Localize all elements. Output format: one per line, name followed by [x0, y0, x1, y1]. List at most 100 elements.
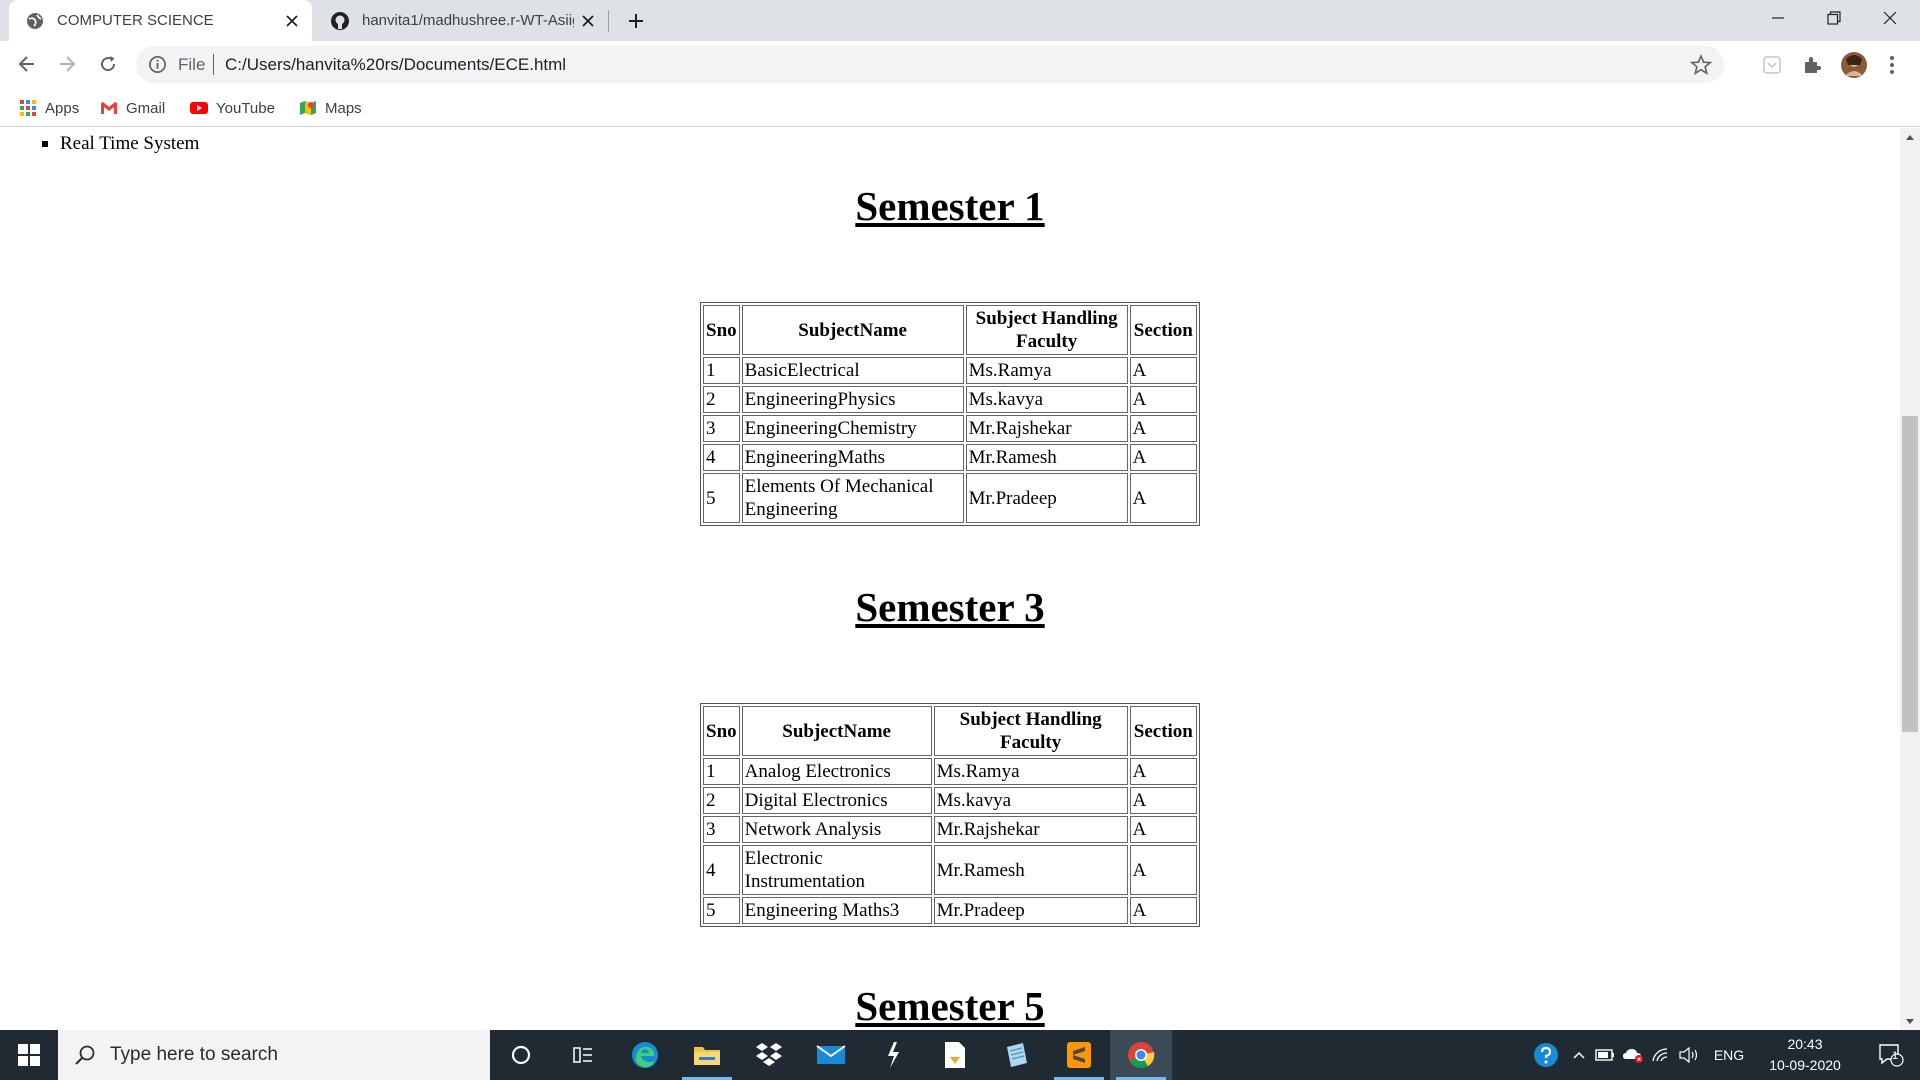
- wifi-icon[interactable]: [1648, 1030, 1674, 1080]
- cell-subject: Electronic Instrumentation: [741, 845, 932, 895]
- extensions-puzzle-icon[interactable]: [1800, 53, 1824, 77]
- cell-sno: 1: [703, 758, 740, 785]
- page-viewport: Real Time System Semester 1 Sno SubjectN…: [0, 128, 1900, 1030]
- visual-studio-icon[interactable]: [862, 1030, 924, 1080]
- cell-subject: Engineering Maths3: [741, 897, 932, 924]
- info-icon[interactable]: [148, 55, 167, 74]
- scrollbar-thumb[interactable]: [1902, 416, 1918, 732]
- table-row: 3 EngineeringChemistry Mr.Rajshekar A: [703, 415, 1197, 442]
- search-placeholder: Type here to search: [110, 1044, 278, 1065]
- help-icon[interactable]: [1530, 1030, 1562, 1080]
- clock-time: 20:43: [1787, 1036, 1823, 1052]
- maps-icon: [299, 99, 317, 117]
- column-header: Section: [1129, 305, 1197, 355]
- semester-5-heading: Semester 5: [855, 983, 1045, 1029]
- table-header-row: Sno SubjectName Subject Handling Faculty…: [703, 706, 1197, 756]
- table-row: 1 Analog Electronics Ms.Ramya A: [703, 758, 1197, 785]
- url-text[interactable]: C:/Users/hanvita%20rs/Documents/ECE.html: [225, 55, 566, 75]
- bookmark-youtube[interactable]: YouTube: [190, 97, 275, 119]
- cell-faculty: Mr.Ramesh: [965, 444, 1128, 471]
- profile-avatar[interactable]: [1840, 51, 1868, 79]
- forward-button[interactable]: [50, 47, 84, 81]
- tab-strip: COMPUTER SCIENCE hanvita1/madhushree.r-W…: [0, 0, 1920, 41]
- table-row: 2 EngineeringPhysics Ms.kavya A: [703, 386, 1197, 413]
- notifications-button[interactable]: 1: [1868, 1030, 1914, 1080]
- cell-section: A: [1129, 897, 1197, 924]
- cortana-icon[interactable]: [490, 1030, 552, 1080]
- input-language[interactable]: ENG: [1706, 1030, 1752, 1080]
- column-header: Sno: [703, 706, 740, 756]
- chrome-icon[interactable]: [1110, 1030, 1172, 1080]
- tab-github[interactable]: hanvita1/madhushree.r-WT-Asiig: [314, 0, 608, 41]
- cell-faculty: Mr.Rajshekar: [965, 415, 1128, 442]
- dropbox-icon[interactable]: [738, 1030, 800, 1080]
- taskbar-clock[interactable]: 20:43 10-09-2020: [1760, 1034, 1850, 1076]
- cell-sno: 2: [703, 787, 740, 814]
- back-button[interactable]: [10, 47, 44, 81]
- extension-pocket-icon[interactable]: [1760, 53, 1784, 77]
- taskbar-search-box[interactable]: Type here to search: [58, 1030, 490, 1080]
- cell-subject: EngineeringPhysics: [741, 386, 964, 413]
- bookmark-label: Gmail: [126, 99, 166, 117]
- close-tab-icon[interactable]: [278, 7, 306, 35]
- scroll-down-arrow-icon[interactable]: [1900, 1013, 1920, 1030]
- table-row: 2 Digital Electronics Ms.kavya A: [703, 787, 1197, 814]
- battery-icon[interactable]: [1592, 1030, 1618, 1080]
- sublime-text-icon[interactable]: [1048, 1030, 1110, 1080]
- file-icon[interactable]: [924, 1030, 986, 1080]
- edge-icon[interactable]: [614, 1030, 676, 1080]
- plus-icon: [629, 14, 643, 28]
- tab-separator: [608, 10, 609, 32]
- cell-section: A: [1129, 473, 1197, 523]
- restore-button[interactable]: [1806, 0, 1862, 36]
- start-button[interactable]: [0, 1030, 58, 1080]
- cell-sno: 5: [703, 473, 740, 523]
- page-scrollbar[interactable]: [1900, 128, 1920, 1030]
- cell-faculty: Mr.Rajshekar: [933, 816, 1128, 843]
- table-header-row: Sno SubjectName Subject Handling Faculty…: [703, 305, 1197, 355]
- cell-sno: 3: [703, 415, 740, 442]
- cell-section: A: [1129, 787, 1197, 814]
- reload-button[interactable]: [91, 47, 125, 81]
- cell-faculty: Ms.Ramya: [933, 758, 1128, 785]
- list-item-text: Real Time System: [60, 133, 200, 154]
- cell-subject: Network Analysis: [741, 816, 932, 843]
- notification-count: 1: [1892, 1050, 1899, 1062]
- cell-faculty: Ms.kavya: [965, 386, 1128, 413]
- cell-section: A: [1129, 444, 1197, 471]
- bookmark-apps[interactable]: Apps: [19, 97, 79, 119]
- new-tab-button[interactable]: [620, 6, 652, 36]
- restore-icon: [1827, 11, 1841, 25]
- mail-icon[interactable]: [800, 1030, 862, 1080]
- column-header: SubjectName: [741, 706, 932, 756]
- close-window-button[interactable]: [1862, 0, 1918, 36]
- file-explorer-icon[interactable]: [676, 1030, 738, 1080]
- table-row: 5 Engineering Maths3 Mr.Pradeep A: [703, 897, 1197, 924]
- show-hidden-icons-icon[interactable]: [1568, 1030, 1590, 1080]
- address-bar[interactable]: File C:/Users/hanvita%20rs/Documents/ECE…: [136, 46, 1724, 83]
- cell-faculty: Ms.kavya: [933, 787, 1128, 814]
- volume-icon[interactable]: [1676, 1030, 1702, 1080]
- bookmark-gmail[interactable]: Gmail: [100, 97, 165, 119]
- column-header: Section: [1129, 706, 1197, 756]
- table-row: 3 Network Analysis Mr.Rajshekar A: [703, 816, 1197, 843]
- browser-menu-icon[interactable]: [1880, 53, 1904, 77]
- task-view-icon[interactable]: [552, 1030, 614, 1080]
- tab-computer-science[interactable]: COMPUTER SCIENCE: [9, 0, 312, 41]
- onedrive-error-icon[interactable]: [1620, 1030, 1646, 1080]
- minimize-button[interactable]: [1750, 0, 1806, 36]
- cell-sno: 1: [703, 357, 740, 384]
- notepad-icon[interactable]: [986, 1030, 1048, 1080]
- bookmark-star-icon[interactable]: [1690, 54, 1712, 76]
- tab-title: hanvita1/madhushree.r-WT-Asiig: [362, 12, 574, 29]
- search-icon: [75, 1045, 95, 1065]
- column-header: SubjectName: [741, 305, 964, 355]
- cell-section: A: [1129, 415, 1197, 442]
- close-tab-icon[interactable]: [574, 7, 602, 35]
- clock-date: 10-09-2020: [1769, 1057, 1841, 1073]
- scheme-divider: [213, 54, 214, 75]
- table-row: 1 BasicElectrical Ms.Ramya A: [703, 357, 1197, 384]
- scroll-up-arrow-icon[interactable]: [1900, 128, 1920, 145]
- bookmark-maps[interactable]: Maps: [299, 97, 362, 119]
- cell-subject: BasicElectrical: [741, 357, 964, 384]
